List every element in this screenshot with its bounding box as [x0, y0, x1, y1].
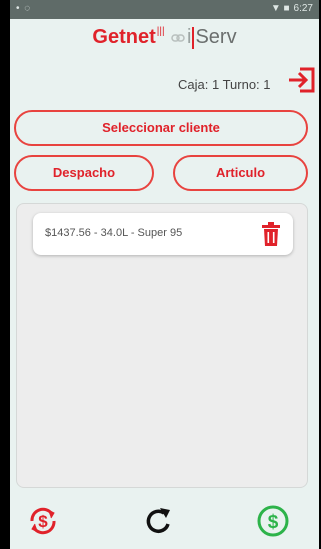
list-item[interactable]: $1437.56 - 34.0L - Super 95	[33, 213, 293, 255]
refresh-icon[interactable]	[142, 504, 176, 538]
app-logo: Getnet||| i Serv	[10, 26, 319, 56]
status-bar: • ◌ ▼ ■ 6:27	[10, 0, 319, 19]
phone-frame: • ◌ ▼ ■ 6:27 Getnet||| i Serv Caja: 1 Turn…	[0, 0, 321, 549]
status-right: ▼ ■ 6:27	[271, 3, 313, 14]
logo-serv: Serv	[195, 26, 237, 48]
logo-i: i	[187, 26, 192, 48]
articulo-button[interactable]: Articulo	[173, 155, 308, 191]
items-panel: $1437.56 - 34.0L - Super 95	[16, 203, 308, 488]
signal-icon: ▼ ■	[270, 3, 290, 14]
svg-text:$: $	[268, 512, 279, 533]
logo-bars: |||	[156, 26, 165, 37]
bottom-toolbar: $ $	[10, 492, 319, 549]
svg-text:$: $	[38, 512, 48, 531]
despacho-button[interactable]: Despacho	[14, 155, 154, 191]
clock: 6:27	[293, 3, 313, 14]
logo-brand: Getnet	[92, 26, 156, 48]
trash-icon[interactable]	[261, 222, 281, 246]
exit-icon[interactable]	[287, 65, 317, 95]
pay-dollar-icon[interactable]: $	[256, 504, 290, 538]
swap-dollar-icon[interactable]: $	[26, 504, 60, 538]
app-screen: • ◌ ▼ ■ 6:27 Getnet||| i Serv Caja: 1 Turn…	[10, 0, 319, 549]
link-icon	[171, 33, 185, 42]
caja-turno-label: Caja: 1 Turno: 1	[178, 77, 271, 92]
item-text: $1437.56 - 34.0L - Super 95	[45, 227, 183, 239]
select-client-button[interactable]: Seleccionar cliente	[14, 110, 308, 146]
status-notification-icons: • ◌	[16, 3, 32, 14]
